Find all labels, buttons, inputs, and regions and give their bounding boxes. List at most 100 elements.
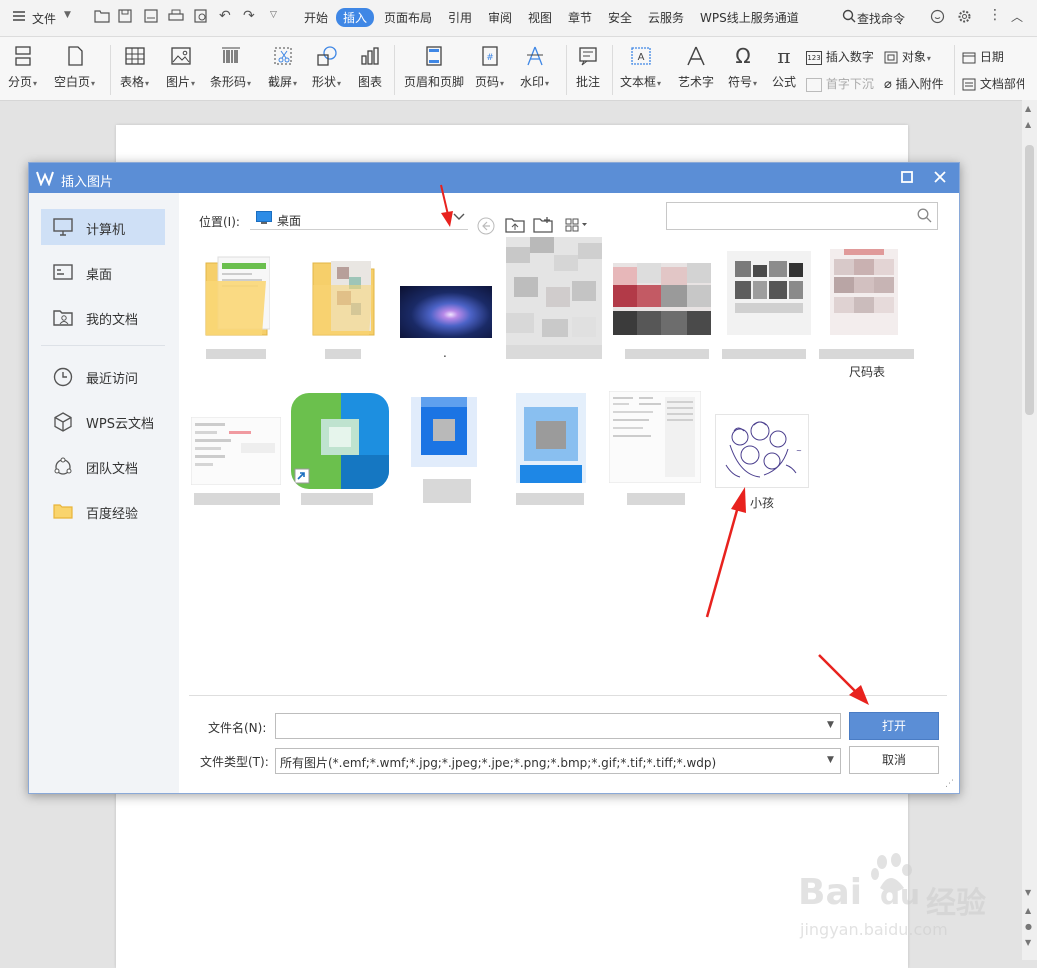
new-folder-icon[interactable]: [533, 216, 553, 237]
file-item-app[interactable]: [409, 397, 479, 467]
comment-button[interactable]: 批注: [576, 41, 600, 90]
back-icon[interactable]: [477, 217, 495, 238]
scroll-top-icon[interactable]: ▲: [1025, 120, 1031, 129]
tab-security[interactable]: 安全: [608, 9, 632, 26]
print-preview-icon[interactable]: [194, 9, 208, 26]
chevron-down-icon[interactable]: ▼: [827, 755, 834, 765]
search-icon[interactable]: [842, 9, 856, 26]
screenshot-button[interactable]: 截屏▾: [268, 41, 297, 90]
prev-page-icon[interactable]: ▲: [1025, 906, 1031, 915]
scroll-down-icon[interactable]: ▼: [1025, 888, 1031, 897]
barcode-button[interactable]: 条形码▾: [210, 41, 251, 90]
doc-part-button[interactable]: 文档部件: [962, 75, 1024, 92]
scroll-thumb[interactable]: [1025, 145, 1034, 415]
chart-button[interactable]: 图表: [358, 41, 382, 90]
file-item-sketch-image[interactable]: ~: [715, 414, 809, 488]
file-item-document[interactable]: [190, 416, 282, 486]
tab-references[interactable]: 引用: [448, 9, 472, 26]
tab-page-layout[interactable]: 页面布局: [384, 9, 432, 26]
page-break-icon: [14, 46, 31, 66]
file-item-shortcut[interactable]: [291, 393, 389, 489]
tab-cloud[interactable]: 云服务: [648, 9, 684, 26]
customize-dropdown-icon[interactable]: ▽: [270, 10, 277, 20]
date-button[interactable]: 日期: [962, 48, 1004, 65]
save-icon[interactable]: [118, 9, 132, 26]
tab-home[interactable]: 开始: [304, 9, 328, 26]
more-icon[interactable]: ⋮: [988, 7, 1002, 23]
file-item-blurred-image[interactable]: [727, 251, 811, 335]
filetype-select[interactable]: 所有图片(*.emf;*.wmf;*.jpg;*.jpeg;*.jpe;*.pn…: [275, 748, 841, 774]
collapse-ribbon-icon[interactable]: ︿: [1011, 8, 1023, 25]
file-item-document[interactable]: [608, 390, 702, 484]
page-break-button[interactable]: 分页▾: [8, 41, 37, 90]
sidebar-item-baidu-jingyan[interactable]: 百度经验: [41, 493, 165, 529]
sidebar-item-computer[interactable]: 计算机: [41, 209, 165, 245]
vertical-scrollbar[interactable]: ▲ ▲ ▼ ▲ ● ▼: [1022, 100, 1037, 960]
scroll-up-icon[interactable]: ▲: [1025, 104, 1031, 113]
gear-icon[interactable]: [957, 9, 972, 27]
next-page-icon[interactable]: ▼: [1025, 938, 1031, 947]
pdf-icon[interactable]: [144, 9, 158, 26]
chevron-down-icon[interactable]: ▼: [64, 10, 71, 20]
sidebar-item-wps-cloud[interactable]: WPS云文档: [41, 403, 165, 439]
search-input[interactable]: [666, 202, 938, 230]
doc-part-label: 文档部件: [979, 77, 1024, 91]
header-footer-icon: [426, 46, 442, 66]
file-menu[interactable]: 文件: [32, 10, 56, 27]
close-icon[interactable]: [933, 170, 947, 187]
insert-attachment-button[interactable]: ⌀ 插入附件: [884, 75, 944, 92]
textbox-button[interactable]: A 文本框▾: [620, 41, 661, 90]
maximize-icon[interactable]: [900, 170, 914, 187]
blank-page-button[interactable]: 空白页▾: [54, 41, 95, 90]
search-command[interactable]: 查找命令: [857, 10, 905, 27]
file-item-blurred-image[interactable]: [506, 237, 602, 359]
insert-number-button[interactable]: 123 插入数字: [806, 48, 874, 65]
tab-insert[interactable]: 插入: [336, 8, 375, 27]
wordart-button[interactable]: 艺术字: [678, 41, 714, 90]
select-browse-icon[interactable]: ●: [1025, 922, 1032, 931]
file-item-app[interactable]: [516, 393, 586, 483]
shape-button[interactable]: 形状▾: [312, 41, 341, 90]
tab-wps-online[interactable]: WPS线上服务通道: [700, 9, 799, 26]
redo-icon[interactable]: ↷: [243, 8, 255, 24]
file-item-folder[interactable]: [311, 255, 379, 337]
page-number-button[interactable]: # 页码▾: [475, 41, 504, 90]
tab-chapter[interactable]: 章节: [568, 9, 592, 26]
file-item-blurred-image[interactable]: [613, 263, 711, 335]
resize-grip-icon[interactable]: ⋰: [945, 779, 954, 789]
watermark-button[interactable]: 水印▾: [520, 41, 549, 90]
view-grid-icon[interactable]: [565, 218, 589, 235]
symbol-button[interactable]: Ω 符号▾: [728, 41, 757, 90]
file-item-folder[interactable]: [204, 255, 271, 337]
filename-input[interactable]: ▼: [275, 713, 841, 739]
table-button[interactable]: 表格▾: [120, 41, 149, 90]
print-icon[interactable]: [168, 9, 184, 26]
file-label-redacted: [516, 493, 584, 505]
formula-label: 公式: [772, 75, 797, 89]
object-button[interactable]: 对象▾: [884, 48, 931, 65]
tab-review[interactable]: 审阅: [488, 9, 512, 26]
cancel-button[interactable]: 取消: [849, 746, 939, 774]
sidebar-item-label: 我的文档: [86, 313, 139, 328]
open-button[interactable]: 打开: [849, 712, 939, 740]
file-item-galaxy-image[interactable]: [400, 286, 492, 338]
sidebar-item-team-docs[interactable]: 团队文档: [41, 448, 165, 484]
dialog-title-bar[interactable]: 插入图片: [29, 163, 959, 193]
formula-button[interactable]: π 公式: [772, 41, 796, 90]
up-folder-icon[interactable]: [505, 216, 525, 237]
picture-button[interactable]: 图片▾: [166, 41, 195, 90]
file-label-redacted: [325, 349, 361, 359]
sidebar-item-my-documents[interactable]: 我的文档: [41, 299, 165, 335]
sidebar-item-recent[interactable]: 最近访问: [41, 358, 165, 394]
hamburger-icon[interactable]: [12, 9, 26, 26]
pi-icon: π: [777, 45, 790, 67]
sidebar-item-desktop[interactable]: 桌面: [41, 254, 165, 290]
file-item-blurred-image[interactable]: [830, 249, 898, 335]
search-icon[interactable]: [917, 208, 932, 226]
tab-view[interactable]: 视图: [528, 9, 552, 26]
chevron-down-icon[interactable]: ▼: [827, 720, 834, 730]
header-footer-button[interactable]: 页眉和页脚: [404, 41, 464, 90]
open-folder-icon[interactable]: [94, 9, 110, 26]
feedback-icon[interactable]: [930, 9, 945, 27]
undo-icon[interactable]: ↶: [219, 8, 231, 24]
